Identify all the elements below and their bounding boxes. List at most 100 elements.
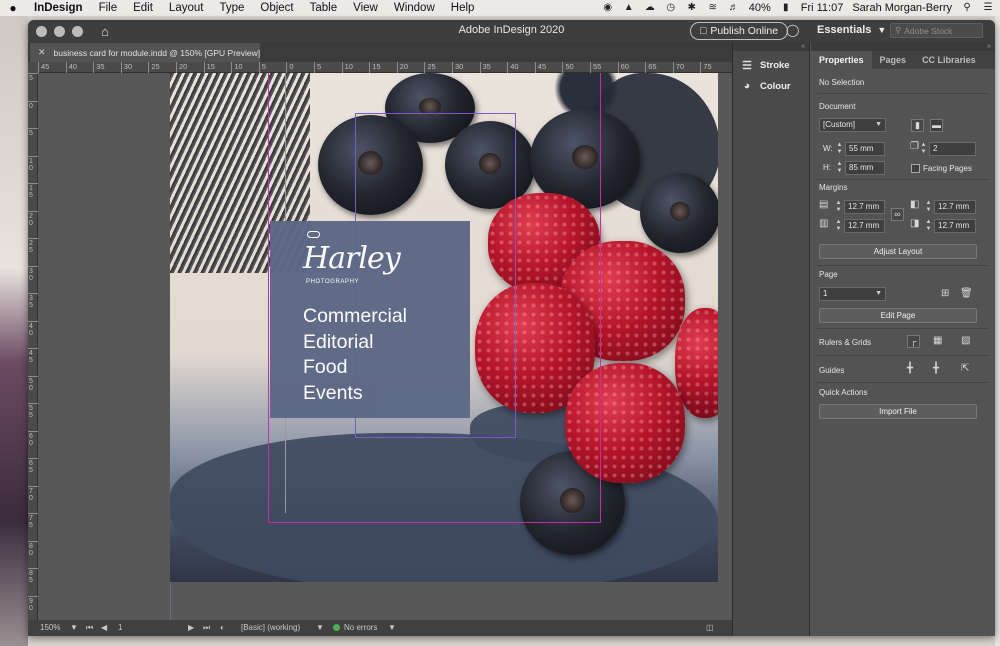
menu-type[interactable]: Type bbox=[211, 2, 252, 14]
menu-window[interactable]: Window bbox=[386, 2, 443, 14]
width-stepper[interactable]: ▲ ▼ bbox=[835, 142, 844, 156]
stroke-icon: ☰ bbox=[742, 60, 752, 72]
apple-menu-icon[interactable]: ● bbox=[0, 1, 26, 15]
volume-icon[interactable]: ♬ bbox=[728, 3, 740, 13]
adobe-stock-search[interactable]: ⚲ Adobe Stock bbox=[890, 23, 983, 38]
first-page-icon[interactable]: ⏮ bbox=[86, 623, 93, 633]
ruler-tick: 5 bbox=[28, 128, 38, 155]
home-icon[interactable]: ⌂ bbox=[101, 24, 109, 39]
business-card-panel[interactable]: Harley PHOTOGRAPHY Commercial Editorial … bbox=[270, 221, 470, 418]
stroke-panel-button[interactable]: ☰ Stroke bbox=[733, 55, 809, 76]
expand-dock-icon[interactable]: » bbox=[811, 42, 995, 51]
menu-file[interactable]: File bbox=[91, 2, 126, 14]
close-tab-icon[interactable]: ✕ bbox=[38, 47, 46, 58]
bluetooth-icon[interactable]: ✱ bbox=[686, 3, 698, 13]
page-number-field[interactable]: 1 bbox=[118, 623, 122, 632]
document-preset-select[interactable]: [Custom] ▼ bbox=[819, 118, 886, 132]
document-page[interactable]: Harley PHOTOGRAPHY Commercial Editorial … bbox=[170, 73, 718, 582]
workspace-switcher[interactable]: Essentials ▼ bbox=[817, 24, 886, 36]
margin-left-field[interactable]: 12.7 mm bbox=[934, 200, 976, 214]
drive-icon[interactable]: ▲ bbox=[623, 3, 635, 13]
margin-top-field[interactable]: 12.7 mm bbox=[844, 200, 885, 214]
tab-pages[interactable]: Pages bbox=[872, 51, 915, 69]
menu-view[interactable]: View bbox=[345, 2, 386, 14]
page-select[interactable]: 1 ▼ bbox=[819, 287, 886, 301]
time-machine-icon[interactable]: ◷ bbox=[665, 3, 677, 13]
preflight-profile[interactable]: [Basic] (working) bbox=[241, 623, 300, 632]
height-stepper[interactable]: ▲ ▼ bbox=[835, 161, 844, 175]
zoom-window-button[interactable] bbox=[72, 25, 83, 37]
margin-bottom-stepper[interactable]: ▲ ▼ bbox=[834, 219, 843, 233]
margin-right-field[interactable]: 12.7 mm bbox=[934, 219, 976, 233]
document-grid-icon[interactable]: ▧ bbox=[961, 335, 970, 346]
user-name[interactable]: Sarah Morgan-Berry bbox=[852, 2, 952, 14]
menu-help[interactable]: Help bbox=[443, 2, 483, 14]
view-toggle-icon[interactable]: ◫ bbox=[706, 623, 714, 632]
edit-page-button[interactable]: Edit Page bbox=[819, 308, 977, 323]
colour-panel-button[interactable]: ◕ Colour bbox=[733, 76, 809, 96]
divider bbox=[817, 265, 989, 266]
menu-layout[interactable]: Layout bbox=[161, 2, 212, 14]
tab-properties[interactable]: Properties bbox=[811, 51, 872, 69]
next-page-icon[interactable]: ▶ bbox=[188, 623, 194, 632]
pages-stepper[interactable]: ▲ ▼ bbox=[919, 142, 928, 156]
margin-right-icon: ◨ bbox=[910, 218, 920, 229]
menu-table[interactable]: Table bbox=[302, 2, 346, 14]
pasteboard[interactable]: Harley PHOTOGRAPHY Commercial Editorial … bbox=[38, 73, 732, 623]
lightbulb-icon[interactable]: ◯ bbox=[786, 23, 799, 37]
ruler-origin[interactable] bbox=[28, 62, 38, 73]
publish-online-button[interactable]: □ Publish Online bbox=[690, 22, 789, 40]
tab-cc-libraries[interactable]: CC Libraries bbox=[914, 51, 984, 69]
menu-app-indesign[interactable]: InDesign bbox=[26, 2, 91, 14]
menu-object[interactable]: Object bbox=[252, 2, 301, 14]
height-field[interactable]: 85 mm bbox=[845, 161, 885, 175]
battery-percent[interactable]: 40% bbox=[749, 2, 771, 14]
desktop-background bbox=[0, 16, 28, 646]
control-center-icon[interactable]: ☰ bbox=[982, 3, 994, 13]
portrait-orientation-icon[interactable]: ▮ bbox=[911, 119, 924, 132]
link-margins-icon[interactable]: ∞ bbox=[891, 208, 904, 221]
ruler-tick: 25 bbox=[28, 238, 38, 265]
services-list[interactable]: Commercial Editorial Food Events bbox=[303, 304, 407, 406]
margin-right-stepper[interactable]: ▲ ▼ bbox=[924, 219, 933, 233]
wifi-icon[interactable]: ≋ bbox=[707, 3, 719, 13]
baseline-grid-icon[interactable]: ▦ bbox=[933, 335, 942, 346]
lock-guides-icon[interactable]: ╋ bbox=[933, 363, 939, 374]
margin-bottom-field[interactable]: 12.7 mm bbox=[844, 219, 885, 233]
smart-guides-icon[interactable]: ⇱ bbox=[961, 363, 969, 374]
preflight-status[interactable]: No errors bbox=[333, 623, 377, 632]
delete-page-icon[interactable]: 🗑 bbox=[960, 288, 973, 299]
zoom-level[interactable]: 150% bbox=[40, 623, 60, 632]
last-page-icon[interactable]: ⏭ bbox=[203, 623, 210, 633]
horizontal-ruler[interactable]: 45 40 35 30 25 20 15 10 5 0 5 10 15 20 25 30 35 40 45 50 55 6… bbox=[38, 62, 732, 73]
cloud-icon[interactable]: ☁ bbox=[644, 3, 656, 13]
collapse-dock-icon[interactable]: « bbox=[733, 42, 809, 51]
document-tab[interactable]: ✕ business card for module.indd @ 150% [… bbox=[30, 43, 260, 62]
clock[interactable]: Fri 11:07 bbox=[801, 2, 844, 14]
zoom-dropdown-icon[interactable]: ▼ bbox=[70, 623, 78, 632]
preflight-dropdown-icon[interactable]: ▼ bbox=[388, 623, 396, 632]
margin-left-stepper[interactable]: ▲ ▼ bbox=[924, 200, 933, 214]
close-window-button[interactable] bbox=[36, 25, 47, 37]
minimize-window-button[interactable] bbox=[54, 25, 65, 37]
import-file-button[interactable]: Import File bbox=[819, 404, 977, 419]
creative-cloud-icon[interactable]: ◉ bbox=[602, 3, 614, 13]
show-guides-icon[interactable]: ╋ bbox=[907, 363, 913, 374]
page-count-field[interactable]: 2 bbox=[929, 142, 976, 156]
open-page-icon[interactable]: ◐ bbox=[220, 623, 225, 632]
margin-bottom-icon: ▥ bbox=[819, 218, 829, 229]
facing-pages-checkbox[interactable] bbox=[911, 164, 920, 173]
vertical-ruler[interactable]: 505101520253035404550556065707580859095 bbox=[28, 73, 38, 636]
width-field[interactable]: 55 mm bbox=[845, 142, 885, 156]
search-icon[interactable]: ⚲ bbox=[961, 3, 973, 13]
adjust-layout-button[interactable]: Adjust Layout bbox=[819, 244, 977, 259]
landscape-orientation-icon[interactable]: ▬ bbox=[930, 119, 943, 132]
battery-icon[interactable]: ▮ bbox=[780, 3, 792, 13]
add-page-icon[interactable]: ⊞ bbox=[941, 288, 949, 299]
previous-page-icon[interactable]: ◀ bbox=[101, 623, 107, 632]
rulers-grids-label: Rulers & Grids bbox=[819, 338, 872, 347]
ruler-toggle-icon[interactable]: ┌ bbox=[907, 335, 920, 348]
margin-top-stepper[interactable]: ▲ ▼ bbox=[834, 200, 843, 214]
profile-dropdown-icon[interactable]: ▼ bbox=[316, 623, 324, 632]
menu-edit[interactable]: Edit bbox=[125, 2, 161, 14]
